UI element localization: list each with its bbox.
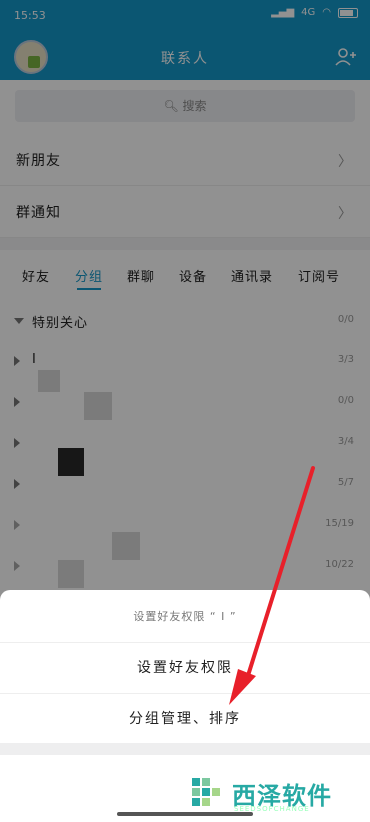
sheet-divider [0, 743, 370, 755]
sheet-caption: 设置好友权限 “ I ” [133, 610, 237, 623]
watermark: 西泽软件 SEEDSOFCHANGE [188, 770, 368, 818]
group-manage-sort-button[interactable]: 分组管理、排序 [0, 693, 370, 743]
brand-logo-icon [192, 778, 220, 806]
set-friend-permission-button[interactable]: 设置好友权限 [0, 642, 370, 692]
watermark-sub: SEEDSOFCHANGE [234, 805, 310, 813]
